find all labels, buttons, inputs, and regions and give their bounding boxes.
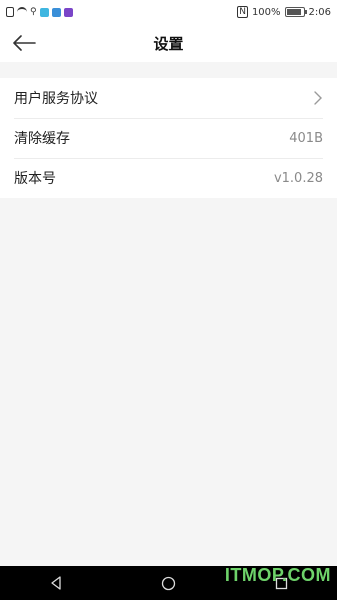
settings-item-clear-cache[interactable]: 清除缓存 401B xyxy=(0,118,337,158)
usb-icon: ⚲ xyxy=(30,7,37,17)
sim-icon xyxy=(6,7,14,17)
settings-item-user-agreement[interactable]: 用户服务协议 xyxy=(0,78,337,118)
nav-back-icon[interactable] xyxy=(49,576,63,590)
settings-item-label: 清除缓存 xyxy=(14,131,70,147)
settings-list: 用户服务协议 清除缓存 401B 版本号 v1.0.28 xyxy=(0,78,337,198)
watermark: ITMOP.COM xyxy=(224,565,331,585)
battery-percent: 100% xyxy=(251,6,281,18)
settings-item-label: 版本号 xyxy=(14,171,56,187)
nfc-icon: N xyxy=(237,6,248,18)
nav-home-icon[interactable] xyxy=(161,576,176,591)
status-icons-left: ⚲ xyxy=(6,7,73,17)
settings-item-label: 用户服务协议 xyxy=(14,91,98,107)
status-time: 2:06 xyxy=(308,6,331,18)
back-arrow-icon xyxy=(13,35,36,51)
wifi-icon xyxy=(17,7,27,17)
page-title: 设置 xyxy=(153,34,184,53)
header: 设置 xyxy=(0,24,337,62)
chevron-right-icon xyxy=(314,91,322,105)
battery-icon xyxy=(284,7,307,17)
app-notif-icon-3 xyxy=(63,7,73,17)
settings-item-version: 版本号 v1.0.28 xyxy=(0,158,337,198)
back-button[interactable] xyxy=(10,30,38,56)
app-notif-icon-2 xyxy=(51,7,61,17)
version-value: v1.0.28 xyxy=(273,170,323,186)
app-notif-icon-1 xyxy=(39,7,49,17)
status-bar: ⚲ N 100% 2:06 xyxy=(0,0,337,24)
status-icons-right: N 100% 2:06 xyxy=(237,6,331,18)
cache-size-value: 401B xyxy=(289,130,323,146)
